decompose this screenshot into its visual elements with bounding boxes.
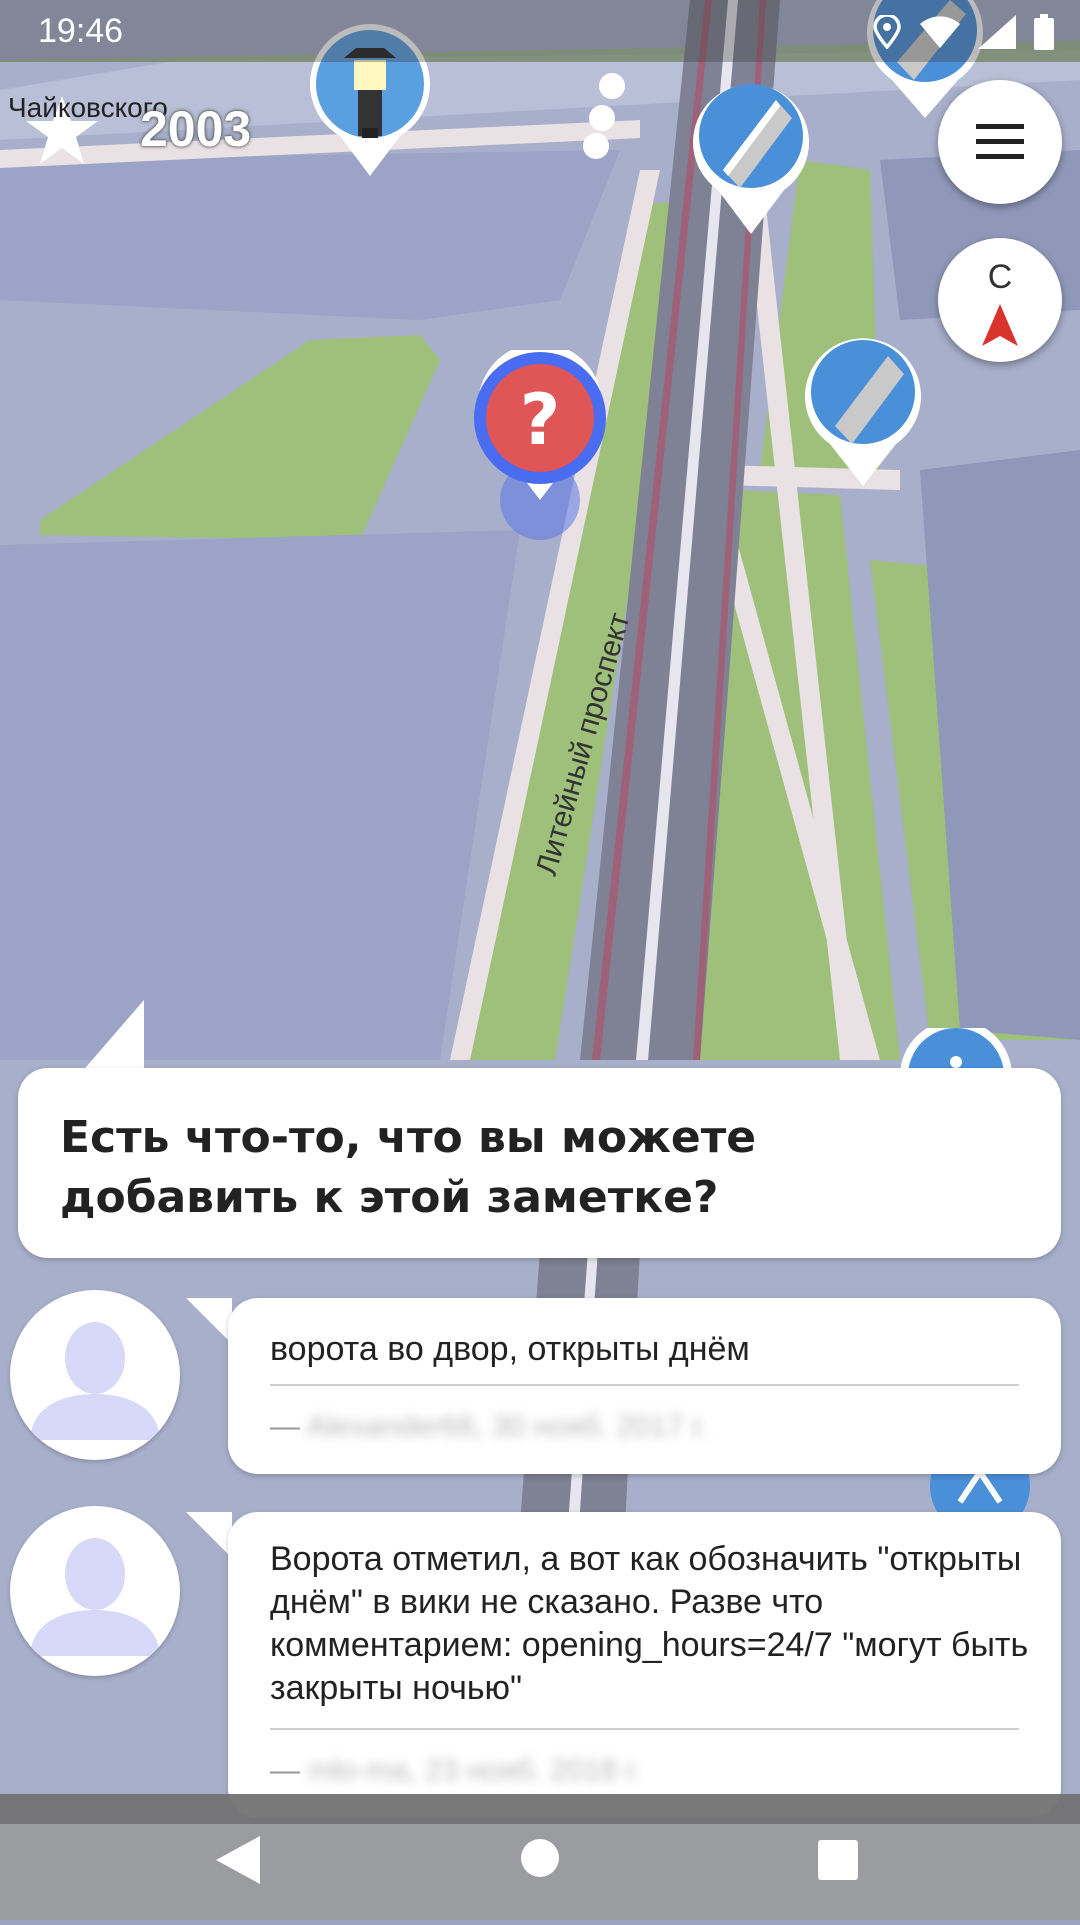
comment-author-name: mlo-ma, 23 нояб. 2018 г. — [308, 1754, 641, 1787]
hamburger-menu-icon — [976, 124, 1024, 159]
avatar — [10, 1290, 180, 1460]
comment-text: Ворота отметил, а вот как обозначить "от… — [270, 1540, 1029, 1707]
quest-question: Есть что-то, что вы можете добавить к эт… — [60, 1112, 757, 1223]
clock: 19:46 — [38, 12, 124, 50]
comment-divider — [270, 1728, 1019, 1730]
surface-quest-marker-2[interactable] — [800, 328, 926, 488]
comment-bubble-tail — [186, 1298, 232, 1344]
comment-card: ворота во двор, открыты днём — Alexander… — [228, 1298, 1061, 1474]
home-icon[interactable] — [520, 1838, 560, 1878]
location-icon — [873, 15, 901, 49]
speech-bubble-tail — [80, 1000, 144, 1074]
avatar — [10, 1506, 180, 1676]
comment-bubble-tail — [186, 1512, 232, 1558]
quest-question-bubble: Есть что-то, что вы можете добавить к эт… — [18, 1068, 1061, 1258]
compass-north-label: С — [987, 258, 1013, 296]
recents-icon[interactable] — [818, 1840, 858, 1880]
user-silhouette-icon — [30, 1322, 160, 1440]
svg-text:?: ? — [520, 379, 561, 461]
comment-author: — Alexander66, 30 нояб. 2017 г. — [270, 1410, 708, 1443]
comment-author-name: Alexander66, 30 нояб. 2017 г. — [306, 1410, 708, 1443]
battery-icon — [1034, 14, 1054, 50]
compass-button[interactable]: С — [938, 238, 1062, 362]
wifi-icon — [920, 16, 960, 48]
navigation-bar — [0, 1794, 1080, 1920]
back-icon[interactable] — [216, 1836, 260, 1884]
waypoint-dots — [583, 73, 625, 159]
user-silhouette-icon — [30, 1538, 160, 1656]
score-value: 2003 — [140, 101, 252, 157]
comment-text: ворота во двор, открыты днём — [270, 1330, 750, 1368]
comment-author: — mlo-ma, 23 нояб. 2018 г. — [270, 1754, 641, 1787]
surface-quest-marker[interactable] — [688, 70, 814, 236]
comment-card: Ворота отметил, а вот как обозначить "от… — [228, 1512, 1061, 1818]
note-quest-marker[interactable]: ? — [470, 350, 610, 540]
menu-button[interactable] — [938, 80, 1062, 204]
status-bar: 19:46 — [0, 0, 1080, 62]
compass-arrow-icon — [982, 304, 1018, 346]
signal-icon — [978, 15, 1016, 49]
comment-divider — [270, 1384, 1019, 1386]
